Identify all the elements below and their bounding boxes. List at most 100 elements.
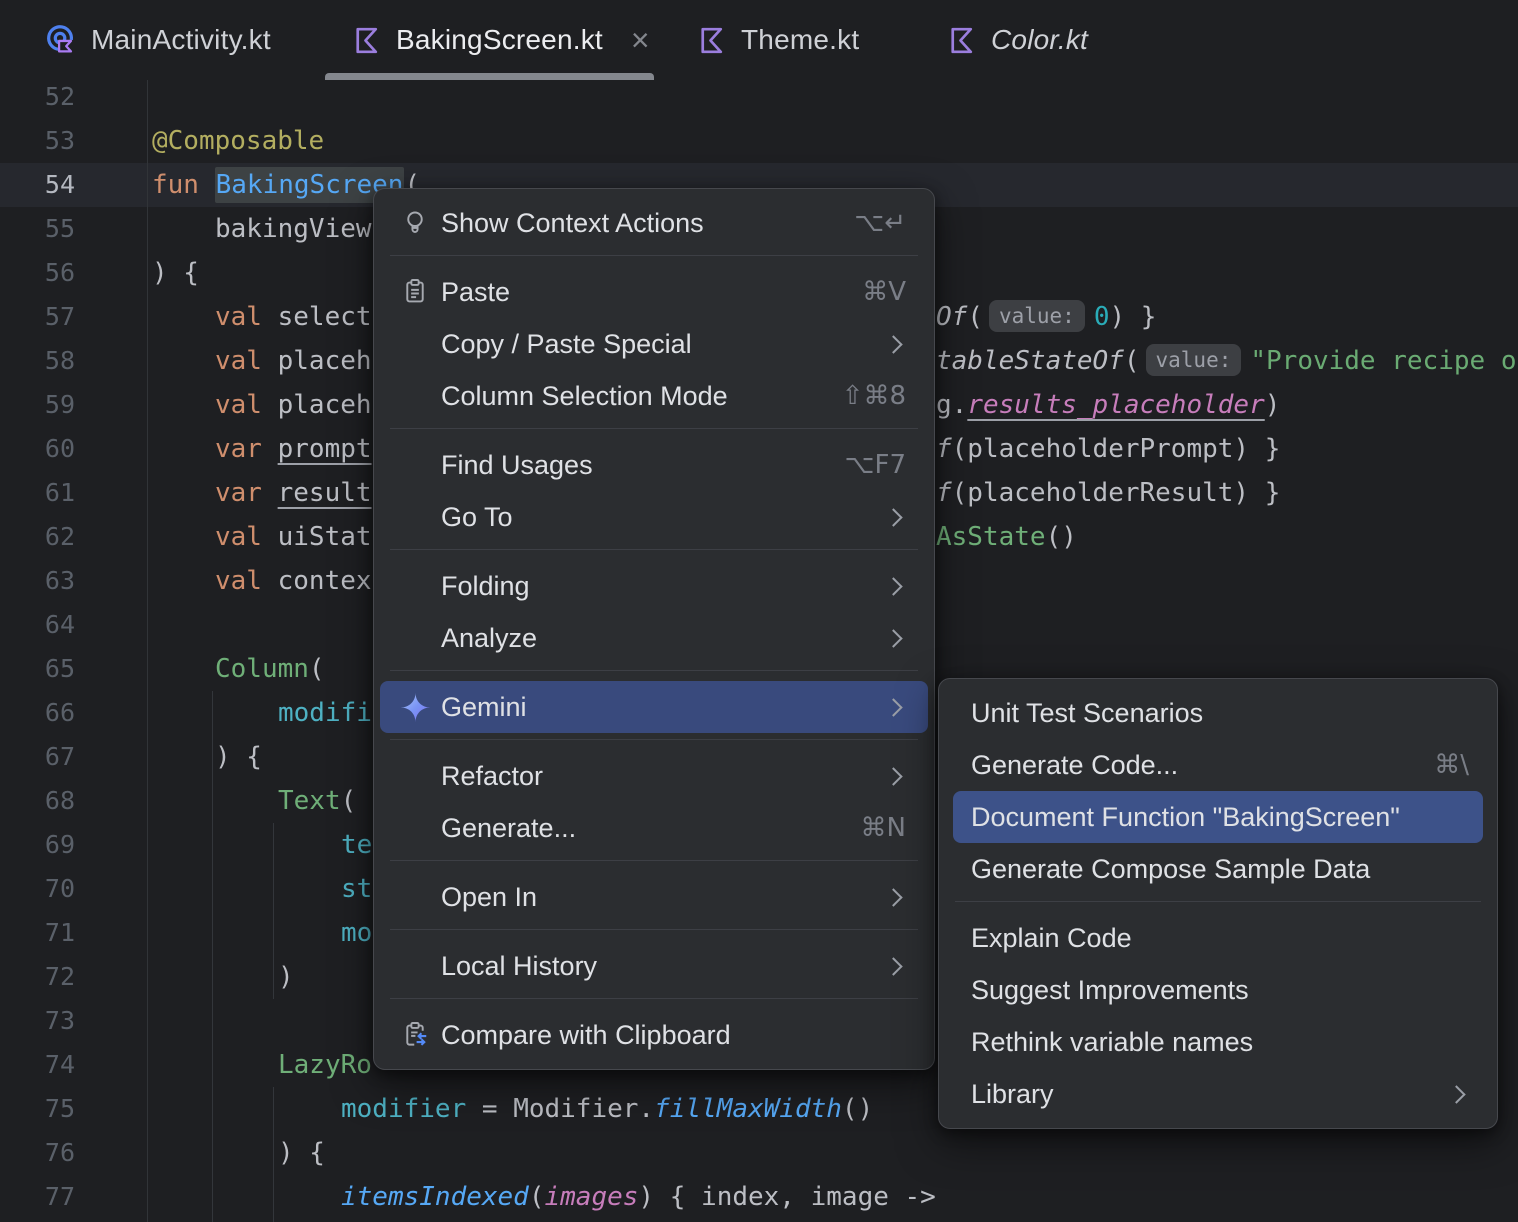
code-token: g.: [936, 390, 967, 420]
menu-item-go-to[interactable]: Go To: [380, 491, 928, 543]
line-number-69[interactable]: 69: [0, 823, 75, 867]
code-line-57[interactable]: Of(value:0) }: [936, 295, 1156, 339]
menu-item-generate[interactable]: Generate...⌘N: [380, 802, 928, 854]
menu-item-label: Gemini: [441, 692, 527, 723]
line-number-70[interactable]: 70: [0, 867, 75, 911]
menu-separator: [390, 929, 918, 930]
line-number-60[interactable]: 60: [0, 427, 75, 471]
tab-bakingscreen-kt[interactable]: BakingScreen.kt ×: [325, 0, 654, 80]
code-token: results_placeholder: [967, 390, 1264, 420]
code-line-62[interactable]: val uiStat: [215, 515, 372, 559]
code-line-74[interactable]: LazyRo: [278, 1043, 372, 1087]
line-number-59[interactable]: 59: [0, 383, 75, 427]
menu-item-column-selection-mode[interactable]: Column Selection Mode⇧⌘8: [380, 370, 928, 422]
line-number-72[interactable]: 72: [0, 955, 75, 999]
close-icon[interactable]: ×: [627, 24, 654, 56]
submenu-item-suggest-improvements[interactable]: Suggest Improvements: [953, 964, 1483, 1016]
menu-item-folding[interactable]: Folding: [380, 560, 928, 612]
line-number-67[interactable]: 67: [0, 735, 75, 779]
code-line-70[interactable]: st: [341, 867, 372, 911]
kotlin-file-icon: [943, 22, 979, 58]
menu-item-open-in[interactable]: Open In: [380, 871, 928, 923]
menu-item-local-history[interactable]: Local History: [380, 940, 928, 992]
line-number-61[interactable]: 61: [0, 471, 75, 515]
submenu-item-rethink-variable-names[interactable]: Rethink variable names: [953, 1016, 1483, 1068]
code-line-72[interactable]: ): [278, 955, 294, 999]
code-token: Of: [936, 302, 967, 332]
code-line-55[interactable]: bakingView: [215, 207, 372, 251]
submenu-item-library[interactable]: Library: [953, 1068, 1483, 1120]
line-number-75[interactable]: 75: [0, 1087, 75, 1131]
gutter-separator: [147, 80, 148, 1222]
code-line-59[interactable]: g.results_placeholder): [936, 383, 1280, 427]
code-token: st: [341, 874, 372, 904]
line-number-63[interactable]: 63: [0, 559, 75, 603]
tab-label: BakingScreen.kt: [396, 24, 603, 56]
code-token: te: [341, 830, 372, 860]
line-number-68[interactable]: 68: [0, 779, 75, 823]
code-line-67[interactable]: ) {: [215, 735, 262, 779]
line-number-55[interactable]: 55: [0, 207, 75, 251]
code-line-77[interactable]: itemsIndexed(images) { index, image ->: [341, 1175, 936, 1219]
submenu-item-generate-compose-sample-data[interactable]: Generate Compose Sample Data: [953, 843, 1483, 895]
code-line-69[interactable]: te: [341, 823, 372, 867]
line-number-54[interactable]: 54: [0, 163, 75, 207]
submenu-item-explain-code[interactable]: Explain Code: [953, 912, 1483, 964]
menu-separator: [390, 670, 918, 671]
code-line-57[interactable]: val select: [215, 295, 372, 339]
menu-item-refactor[interactable]: Refactor: [380, 750, 928, 802]
menu-item-find-usages[interactable]: Find Usages⌥F7: [380, 439, 928, 491]
code-line-60[interactable]: var prompt: [215, 427, 372, 471]
menu-item-copy-paste-special[interactable]: Copy / Paste Special: [380, 318, 928, 370]
line-number-53[interactable]: 53: [0, 119, 75, 163]
line-number-57[interactable]: 57: [0, 295, 75, 339]
code-line-71[interactable]: mo: [341, 911, 372, 955]
code-token: itemsIndexed: [341, 1182, 529, 1212]
line-number-64[interactable]: 64: [0, 603, 75, 647]
code-line-58[interactable]: tableStateOf(value:"Provide recipe of: [936, 339, 1518, 383]
code-line-60[interactable]: f(placeholderPrompt) }: [936, 427, 1280, 471]
menu-item-paste[interactable]: Paste⌘V: [380, 266, 928, 318]
code-token: uiStat: [278, 522, 372, 552]
code-line-75[interactable]: modifier = Modifier.fillMaxWidth(): [341, 1087, 873, 1131]
code-line-76[interactable]: ) {: [278, 1131, 325, 1175]
tab-mainactivity-kt[interactable]: MainActivity.kt: [20, 0, 271, 80]
code-line-58[interactable]: val placeh: [215, 339, 372, 383]
line-number-73[interactable]: 73: [0, 999, 75, 1043]
code-token: val: [215, 566, 278, 596]
code-line-61[interactable]: f(placeholderResult) }: [936, 471, 1280, 515]
code-line-53[interactable]: @Composable: [152, 119, 324, 163]
code-token: (: [1124, 346, 1140, 376]
menu-item-show-context-actions[interactable]: Show Context Actions⌥↵: [380, 197, 928, 249]
line-number-52[interactable]: 52: [0, 75, 75, 119]
menu-item-analyze[interactable]: Analyze: [380, 612, 928, 664]
code-line-59[interactable]: val placeh: [215, 383, 372, 427]
submenu-item-generate-code[interactable]: Generate Code...⌘\: [953, 739, 1483, 791]
menu-item-gemini[interactable]: Gemini: [380, 681, 928, 733]
code-line-66[interactable]: modifi: [278, 691, 372, 735]
line-number-77[interactable]: 77: [0, 1175, 75, 1219]
line-number-65[interactable]: 65: [0, 647, 75, 691]
submenu-item-document-function-bakingscreen[interactable]: Document Function "BakingScreen": [953, 791, 1483, 843]
line-number-76[interactable]: 76: [0, 1131, 75, 1175]
code-line-56[interactable]: ) {: [152, 251, 199, 295]
line-number-71[interactable]: 71: [0, 911, 75, 955]
line-number-66[interactable]: 66: [0, 691, 75, 735]
code-token: (: [341, 786, 357, 816]
line-number-56[interactable]: 56: [0, 251, 75, 295]
tab-theme-kt[interactable]: Theme.kt: [670, 0, 859, 80]
line-number-58[interactable]: 58: [0, 339, 75, 383]
code-line-68[interactable]: Text(: [278, 779, 356, 823]
line-number-74[interactable]: 74: [0, 1043, 75, 1087]
inlay-hint-value: value:: [989, 300, 1085, 332]
menu-item-compare-with-clipboard[interactable]: Compare with Clipboard: [380, 1009, 928, 1061]
inlay-hint-value: value:: [1146, 344, 1242, 376]
tab-color-kt[interactable]: Color.kt: [920, 0, 1088, 80]
code-line-65[interactable]: Column(: [215, 647, 325, 691]
code-line-63[interactable]: val contex: [215, 559, 372, 603]
code-token: bakingView: [215, 214, 372, 244]
code-line-61[interactable]: var result: [215, 471, 372, 515]
line-number-62[interactable]: 62: [0, 515, 75, 559]
code-line-62[interactable]: AsState(): [936, 515, 1077, 559]
submenu-item-unit-test-scenarios[interactable]: Unit Test Scenarios: [953, 687, 1483, 739]
